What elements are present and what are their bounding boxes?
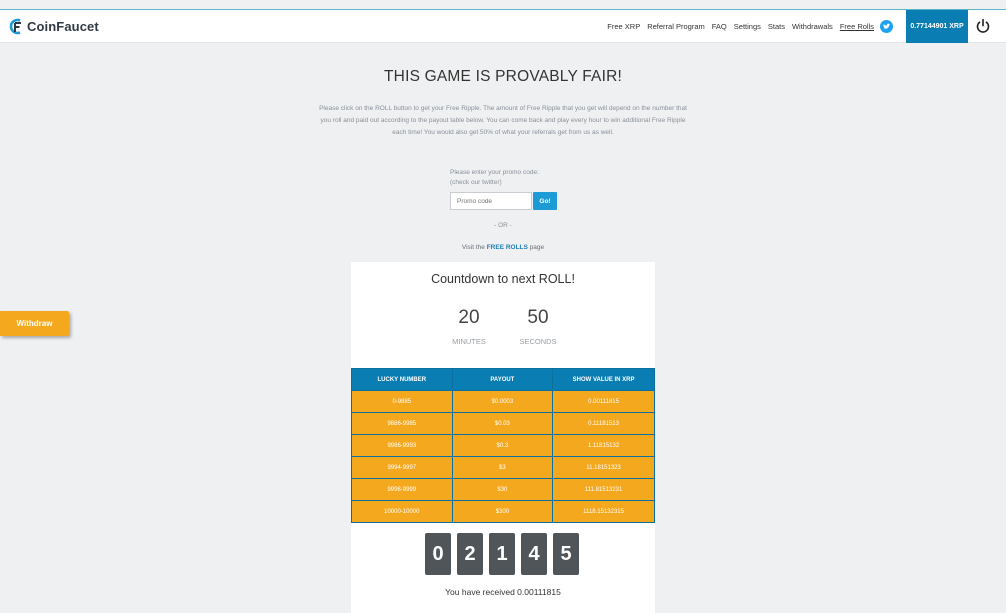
xrp-value-cell: 111.81513231 — [552, 478, 655, 501]
minutes-value: 20 — [458, 307, 480, 328]
lucky-number-cell: 10000-10000 — [351, 500, 453, 523]
roll-digit: 5 — [553, 533, 579, 575]
nav-referral-program[interactable]: Referral Program — [647, 22, 705, 31]
top-accent-line — [0, 0, 1006, 10]
nav-faq[interactable]: FAQ — [712, 22, 727, 31]
nav-settings[interactable]: Settings — [734, 22, 761, 31]
xrp-value-cell: 1118.15132315 — [552, 500, 655, 523]
table-row: 9998-9999 $30 111.81513231 — [351, 478, 655, 501]
nav-free-rolls[interactable]: Free Rolls — [840, 22, 874, 31]
seconds-label: SECONDS — [519, 337, 557, 346]
free-rolls-link[interactable]: FREE ROLLS — [487, 244, 528, 251]
countdown-title: Countdown to next ROLL! — [431, 272, 575, 286]
main-nav: Free XRP Referral Program FAQ Settings S… — [600, 10, 893, 43]
xrp-value-cell: 0.11181513 — [552, 412, 655, 435]
lucky-number-cell: 9998-9999 — [351, 478, 453, 501]
payout-table-header: LUCKY NUMBER PAYOUT SHOW VALUE IN XRP — [351, 368, 655, 391]
nav-stats[interactable]: Stats — [768, 22, 785, 31]
roll-digit: 2 — [457, 533, 483, 575]
promo-label-block: Please enter your promo code: (check our… — [450, 168, 539, 188]
promo-code-input[interactable] — [450, 192, 532, 210]
roll-digit: 4 — [521, 533, 547, 575]
twitter-icon[interactable] — [880, 20, 893, 33]
logo[interactable]: CoinFaucet — [9, 18, 99, 35]
promo-twitter-hint[interactable]: (check our twitter) — [450, 178, 539, 188]
power-logout-icon[interactable] — [975, 18, 991, 34]
table-row: 9994-9997 $3 11.18151323 — [351, 456, 655, 479]
lucky-number-cell: 9886-9985 — [351, 412, 453, 435]
page-title: THIS GAME IS PROVABLY FAIR! — [384, 68, 622, 85]
lucky-number-cell: 9986-9993 — [351, 434, 453, 457]
lucky-number-cell: 0-9885 — [351, 390, 453, 413]
payout-cell: $300 — [451, 500, 554, 523]
payout-table: LUCKY NUMBER PAYOUT SHOW VALUE IN XRP 0-… — [351, 368, 655, 523]
table-row: 9886-9985 $0.03 0.11181513 — [351, 412, 655, 435]
game-description: Please click on the ROLL button to get y… — [319, 105, 687, 136]
payout-cell: $30 — [451, 478, 554, 501]
payout-cell: $3 — [451, 456, 554, 479]
table-row: 10000-10000 $300 1118.15132315 — [351, 500, 655, 523]
payout-cell: $0.03 — [451, 412, 554, 435]
payout-cell: $0.3 — [451, 434, 554, 457]
promo-label: Please enter your promo code: — [450, 169, 539, 176]
lucky-number-cell: 9994-9997 — [351, 456, 453, 479]
countdown-minutes: 20 MINUTES — [444, 307, 494, 346]
roll-result-digits: 0 2 1 4 5 — [425, 533, 585, 575]
countdown-seconds: 50 SECONDS — [513, 307, 563, 346]
visit-suffix: page — [529, 244, 545, 251]
minutes-label: MINUTES — [452, 337, 486, 346]
or-divider: - OR - — [494, 222, 512, 229]
xrp-value-cell: 11.18151323 — [552, 456, 655, 479]
nav-free-xrp[interactable]: Free XRP — [607, 22, 640, 31]
logo-text: CoinFaucet — [27, 19, 99, 34]
promo-go-button[interactable]: Go! — [533, 192, 557, 210]
header-show-value-xrp[interactable]: SHOW VALUE IN XRP — [552, 368, 655, 391]
xrp-value-cell: 0.00111815 — [552, 390, 655, 413]
coinfaucet-logo-icon — [9, 18, 21, 35]
payout-cell: $0.0003 — [451, 390, 554, 413]
top-navbar: CoinFaucet Free XRP Referral Program FAQ… — [0, 10, 1006, 43]
roll-panel: Countdown to next ROLL! 20 MINUTES 50 SE… — [351, 262, 655, 613]
table-row: 0-9885 $0.0003 0.00111815 — [351, 390, 655, 413]
received-message: You have received 0.00111815 — [445, 587, 561, 597]
withdraw-button[interactable]: Withdraw — [0, 311, 69, 336]
nav-withdrawals[interactable]: Withdrawals — [792, 22, 833, 31]
header-payout: PAYOUT — [451, 368, 554, 391]
xrp-value-cell: 1.11815132 — [552, 434, 655, 457]
header-lucky-number: LUCKY NUMBER — [351, 368, 453, 391]
seconds-value: 50 — [527, 307, 549, 328]
visit-prefix: Visit the — [461, 244, 485, 251]
table-row: 9986-9993 $0.3 1.11815132 — [351, 434, 655, 457]
balance-badge[interactable]: 0.77144901 XRP — [906, 10, 968, 43]
visit-free-rolls-line: Visit the FREE ROLLS page — [0, 244, 1006, 251]
roll-digit: 1 — [489, 533, 515, 575]
roll-digit: 0 — [425, 533, 451, 575]
